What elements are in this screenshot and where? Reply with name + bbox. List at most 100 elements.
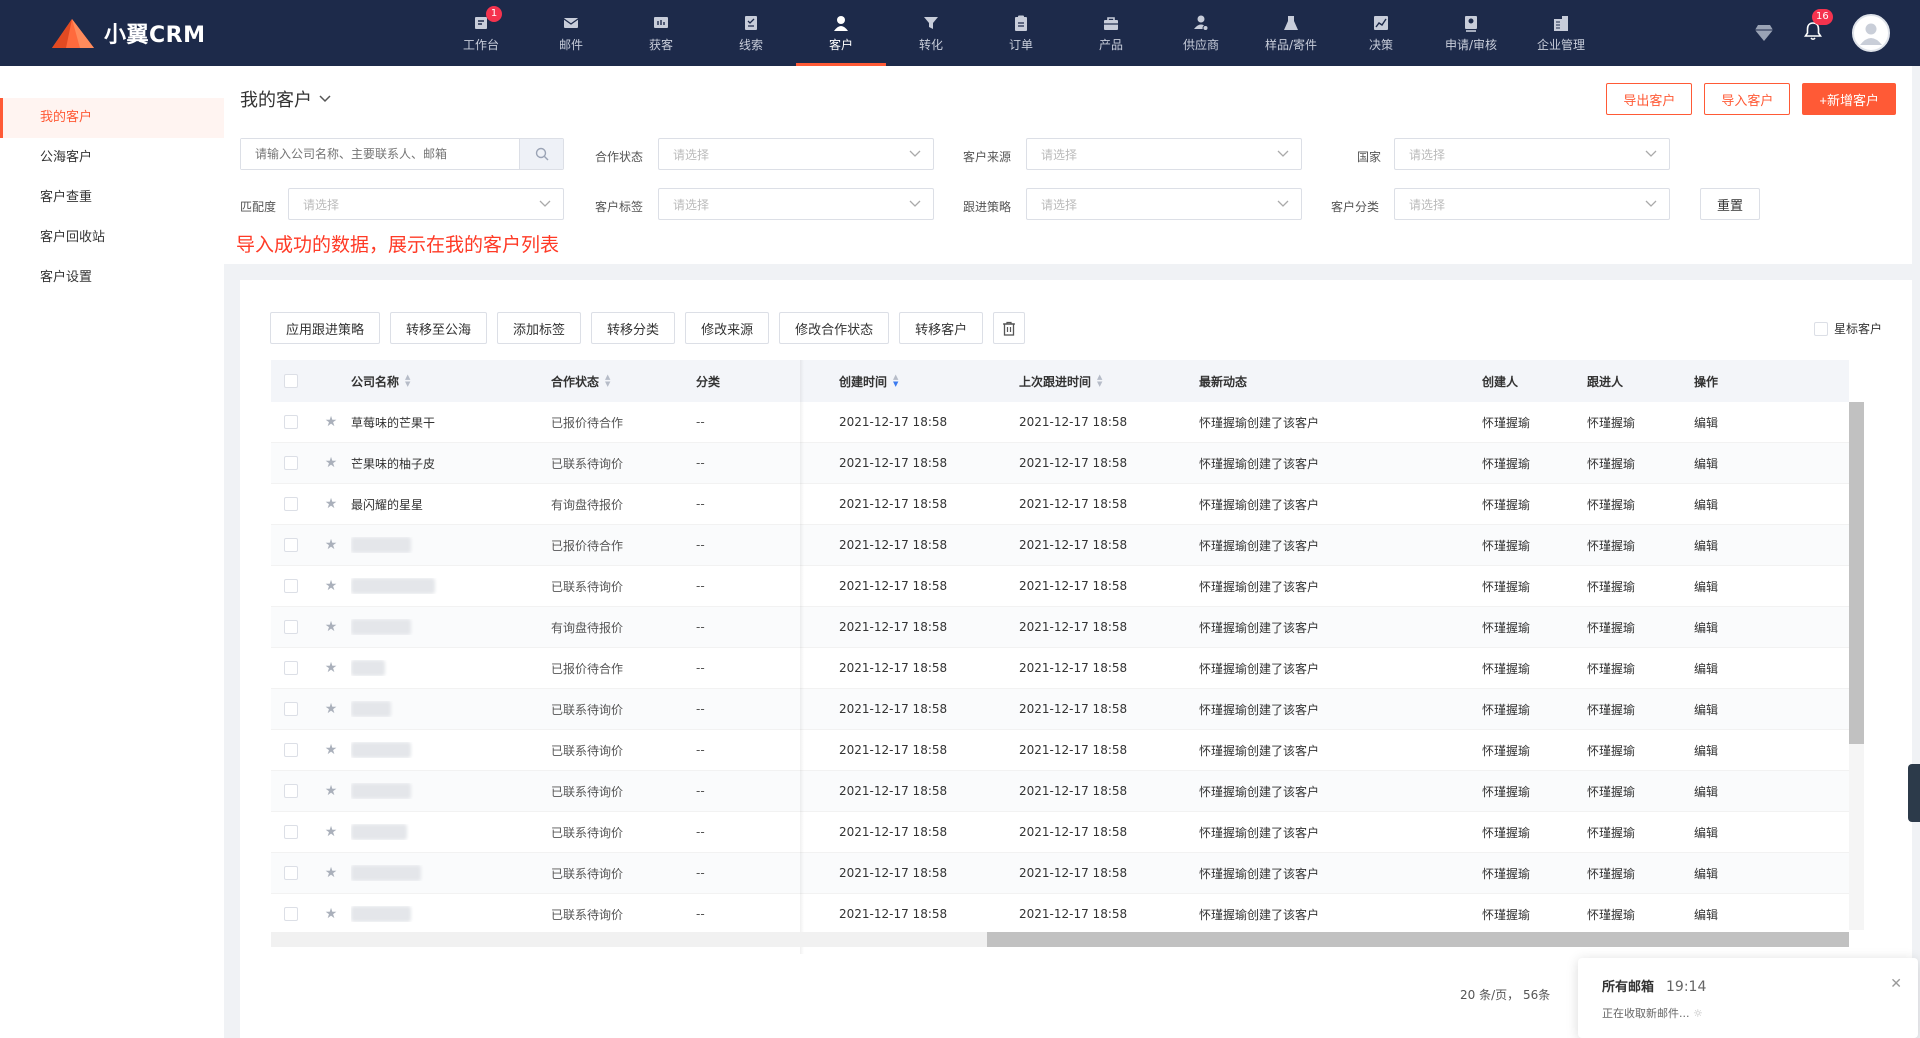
table-row[interactable]: ★ 已联系待询价 -- 2021-12-17 18:58 2021-12-17 18:5… [271,730,1849,771]
diamond-icon[interactable] [1754,24,1774,42]
edit-status-button[interactable]: 修改合作状态 [779,312,890,344]
row-checkbox[interactable] [284,825,298,839]
nav-item-convert[interactable]: 转化 [886,0,976,66]
add-customer-button[interactable]: +新增客户 [1802,83,1896,115]
horizontal-scrollbar[interactable] [271,932,1849,947]
row-checkbox[interactable] [284,907,298,921]
move-category-button[interactable]: 转移分类 [591,312,676,344]
row-checkbox[interactable] [284,661,298,675]
row-checkbox[interactable] [284,497,298,511]
horizontal-scroll-thumb[interactable] [987,932,1849,947]
company-name[interactable]: 芒果味的柚子皮 [351,455,435,472]
star-icon[interactable]: ★ [325,783,338,799]
row-checkbox[interactable] [284,743,298,757]
star-icon[interactable]: ★ [325,619,338,635]
nav-item-approval[interactable]: 申请/审核 [1426,0,1516,66]
star-icon[interactable]: ★ [325,824,338,840]
edit-link[interactable]: 编辑 [1694,701,1794,718]
row-checkbox[interactable] [284,866,298,880]
edit-link[interactable]: 编辑 [1694,619,1794,636]
sidebar-item[interactable]: 客户查重 [0,178,224,218]
star-icon[interactable]: ★ [325,414,338,430]
source-select[interactable]: 请选择 [1026,138,1302,170]
star-icon[interactable]: ★ [325,455,338,471]
company-name[interactable]: 最闪耀的星星 [351,496,423,513]
sidebar-item[interactable]: 客户设置 [0,258,224,298]
table-row[interactable]: ★ 有询盘待报价 -- 2021-12-17 18:58 2021-12-17 18:5… [271,607,1849,648]
nav-item-suppliers[interactable]: 供应商 [1156,0,1246,66]
nav-item-workbench[interactable]: 工作台 1 [436,0,526,66]
category-select[interactable]: 请选择 [1394,188,1670,220]
nav-item-decision[interactable]: 决策 [1336,0,1426,66]
avatar[interactable] [1852,14,1890,52]
star-icon[interactable]: ★ [325,742,338,758]
move-to-public-button[interactable]: 转移至公海 [390,312,488,344]
edit-link[interactable]: 编辑 [1694,660,1794,677]
table-row[interactable]: ★ 已报价待合作 -- 2021-12-17 18:58 2021-12-17 18:5… [271,648,1849,689]
table-row[interactable]: ★ 已联系待询价 -- 2021-12-17 18:58 2021-12-17 18:5… [271,853,1849,894]
table-row[interactable]: ★ 草莓味的芒果干 已报价待合作 -- 2021-12-17 18:58 2021-12-… [271,402,1849,443]
edit-link[interactable]: 编辑 [1694,578,1794,595]
col-created[interactable]: 创建时间 ▲ ▼ [839,373,1019,390]
col-status[interactable]: 合作状态 ▲ ▼ [551,373,696,390]
nav-item-leads[interactable]: 线索 [706,0,796,66]
edit-source-button[interactable]: 修改来源 [685,312,770,344]
nav-item-samples[interactable]: 样品/寄件 [1246,0,1336,66]
row-checkbox[interactable] [284,456,298,470]
vertical-scroll-thumb[interactable] [1849,402,1864,744]
reset-button[interactable]: 重置 [1700,188,1760,220]
delete-button[interactable] [993,312,1026,344]
edit-link[interactable]: 编辑 [1694,742,1794,759]
row-checkbox[interactable] [284,784,298,798]
edit-link[interactable]: 编辑 [1694,783,1794,800]
edit-link[interactable]: 编辑 [1694,865,1794,882]
sidebar-item[interactable]: 公海客户 [0,138,224,178]
vertical-scrollbar[interactable] [1849,402,1864,930]
add-tag-button[interactable]: 添加标签 [497,312,582,344]
nav-item-enterprise[interactable]: 企业管理 [1516,0,1606,66]
star-filter-checkbox[interactable] [1813,321,1828,336]
nav-item-mail[interactable]: 邮件 [526,0,616,66]
search-button[interactable] [519,139,563,169]
row-checkbox[interactable] [284,620,298,634]
edit-link[interactable]: 编辑 [1694,496,1794,513]
edit-link[interactable]: 编辑 [1694,455,1794,472]
nav-item-customer[interactable]: 客户 [796,0,886,66]
star-icon[interactable]: ★ [325,537,338,553]
select-all-checkbox[interactable] [284,374,298,388]
import-customers-button[interactable]: 导入客户 [1704,83,1791,115]
strategy-select[interactable]: 请选择 [1026,188,1302,220]
row-checkbox[interactable] [284,415,298,429]
star-icon[interactable]: ★ [325,578,338,594]
table-row[interactable]: ★ 已联系待询价 -- 2021-12-17 18:58 2021-12-17 18:5… [271,771,1849,812]
transfer-customer-button[interactable]: 转移客户 [899,312,984,344]
star-icon[interactable]: ★ [325,906,338,922]
table-row[interactable]: ★ 已联系待询价 -- 2021-12-17 18:58 2021-12-17 18:5… [271,566,1849,607]
table-row[interactable]: ★ 已联系待询价 -- 2021-12-17 18:58 2021-12-17 18:5… [271,894,1849,935]
table-row[interactable]: ★ 最闪耀的星星 有询盘待报价 -- 2021-12-17 18:58 2021-12-1… [271,484,1849,525]
row-checkbox[interactable] [284,538,298,552]
country-select[interactable]: 请选择 [1394,138,1670,170]
export-customers-button[interactable]: 导出客户 [1606,83,1693,115]
notification-bell[interactable]: 16 [1804,9,1833,45]
edit-link[interactable]: 编辑 [1694,414,1794,431]
table-row[interactable]: ★ 芒果味的柚子皮 已联系待询价 -- 2021-12-17 18:58 2021-12-… [271,443,1849,484]
nav-item-orders[interactable]: 订单 [976,0,1066,66]
nav-item-products[interactable]: 产品 [1066,0,1156,66]
col-company[interactable]: 公司名称 ▲ ▼ [351,373,551,390]
apply-strategy-button[interactable]: 应用跟进策略 [270,312,381,344]
star-icon[interactable]: ★ [325,496,338,512]
close-icon[interactable]: ✕ [1890,976,1902,992]
table-row[interactable]: ★ 已联系待询价 -- 2021-12-17 18:58 2021-12-17 18:5… [271,689,1849,730]
search-input[interactable] [241,139,519,169]
table-row[interactable]: ★ 已报价待合作 -- 2021-12-17 18:58 2021-12-17 18:5… [271,525,1849,566]
sidebar-item[interactable]: 客户回收站 [0,218,224,258]
table-row[interactable]: ★ 已联系待询价 -- 2021-12-17 18:58 2021-12-17 18:5… [271,812,1849,853]
logo[interactable]: 小翼CRM [50,14,205,52]
match-select[interactable]: 请选择 [288,188,564,220]
star-icon[interactable]: ★ [325,660,338,676]
row-checkbox[interactable] [284,702,298,716]
page-title-dropdown[interactable]: 我的客户 [240,86,332,112]
edit-link[interactable]: 编辑 [1694,906,1794,923]
sidebar-item[interactable]: 我的客户 [0,98,224,138]
